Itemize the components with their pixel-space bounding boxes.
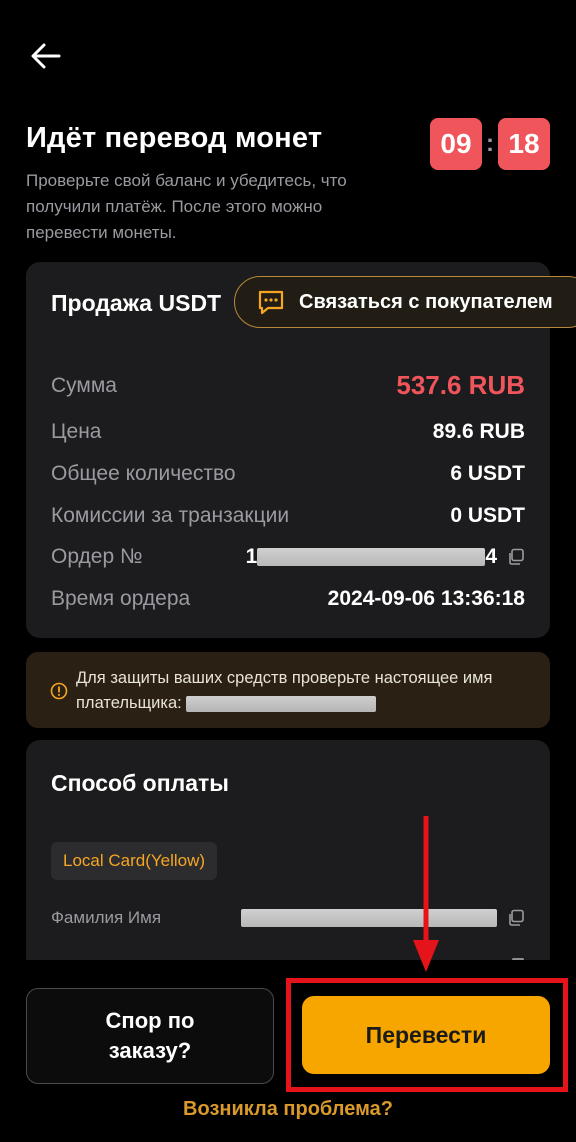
arrow-left-icon: [31, 43, 61, 69]
timer-minutes: 09: [430, 118, 482, 170]
payee-name-label: Фамилия Имя: [51, 908, 162, 927]
amount-label: Сумма: [51, 373, 117, 397]
row-amount: Сумма 537.6 RUB: [51, 370, 525, 401]
order-time-value: 2024-09-06 13:36:18: [327, 587, 525, 610]
dispute-label-line1: Спор по: [105, 1008, 195, 1033]
order-id-value: 1 4: [246, 545, 525, 569]
row-fee: Комиссии за транзакции 0 USDT: [51, 504, 525, 528]
copy-icon[interactable]: [507, 909, 525, 927]
row-quantity: Общее количество 6 USDT: [51, 462, 525, 486]
order-id-prefix: 1: [245, 545, 258, 568]
order-title: Продажа USDT: [51, 290, 222, 316]
dispute-label-line2: заказу?: [108, 1038, 192, 1063]
payment-method-title: Способ оплаты: [51, 770, 229, 796]
warning-banner: Для защиты ваших средств проверьте насто…: [26, 652, 550, 728]
order-id-redacted: [257, 548, 486, 566]
order-id-label: Ордер №: [51, 545, 143, 568]
timer-seconds: 18: [498, 118, 550, 170]
dispute-button[interactable]: Спор по заказу?: [26, 988, 274, 1084]
order-id-suffix: 4: [485, 545, 497, 568]
page-subtitle: Проверьте свой баланс и убедитесь, что п…: [26, 171, 347, 242]
page-title: Идёт перевод монет: [26, 122, 323, 154]
payer-name-redacted: [186, 695, 377, 712]
row-order-time: Время ордера 2024-09-06 13:36:18: [51, 587, 525, 611]
warning-text: Для защиты ваших средств проверьте насто…: [76, 666, 530, 728]
row-payee-name: Фамилия Имя: [51, 908, 525, 928]
chat-icon: [258, 290, 284, 315]
contact-buyer-label: Связаться с покупателем: [299, 290, 553, 313]
transfer-button[interactable]: Перевести: [302, 996, 550, 1074]
countdown-timer: 09 : 18: [430, 118, 550, 170]
contact-buyer-button[interactable]: Связаться с покупателем: [234, 276, 576, 328]
problem-link[interactable]: Возникла проблема?: [0, 1098, 576, 1121]
amount-value: 537.6 RUB: [396, 370, 525, 400]
price-value: 89.6 RUB: [432, 420, 525, 443]
row-order-id: Ордер № 1 4: [51, 545, 525, 569]
order-time-label: Время ордера: [51, 587, 191, 610]
dispute-label: Спор по заказу?: [106, 1006, 195, 1066]
payee-name-value: [241, 909, 525, 927]
quantity-label: Общее количество: [51, 462, 236, 485]
fee-value: 0 USDT: [450, 504, 525, 527]
payee-name-redacted: [241, 909, 497, 927]
fee-label: Комиссии за транзакции: [51, 504, 290, 527]
warning-icon: [50, 682, 68, 700]
timer-separator: :: [486, 130, 494, 157]
copy-icon[interactable]: [507, 548, 525, 566]
row-price: Цена 89.6 RUB: [51, 420, 525, 444]
back-button[interactable]: [26, 36, 66, 76]
payment-method-badge: Local Card(Yellow): [51, 842, 218, 880]
price-label: Цена: [51, 420, 102, 443]
quantity-value: 6 USDT: [450, 462, 525, 485]
